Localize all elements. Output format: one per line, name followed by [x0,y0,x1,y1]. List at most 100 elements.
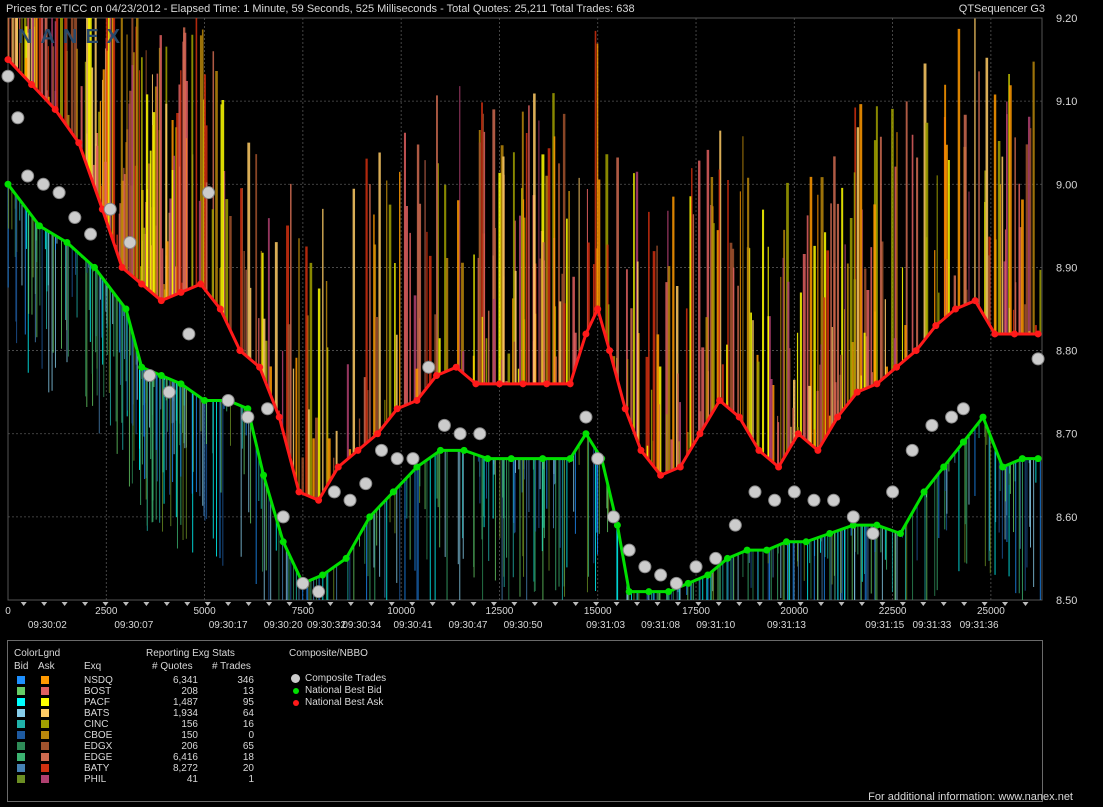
ask-point [413,396,421,404]
trade-marker-tick [368,602,375,606]
ask-point [393,405,401,413]
bid-color-swatch [17,731,25,739]
bid-point [279,538,287,546]
y-axis: 9.20 9.10 9.00 8.90 8.80 8.70 8.60 8.50 [1056,13,1077,607]
trade-point [473,427,487,441]
ask-point [873,380,881,388]
ask-point [991,330,999,338]
y-tick-label: 8.90 [1056,262,1077,274]
bid-point [999,463,1007,471]
ask-point [118,263,126,271]
bid-point [507,455,515,463]
trade-point [606,510,620,524]
y-tick-label: 9.10 [1056,96,1077,108]
trade-point [406,452,420,466]
trade-point [886,485,900,499]
y-tick-label: 8.50 [1056,595,1077,607]
ask-point [519,380,527,388]
legend-trade-count: 1 [248,774,254,785]
ask-color-swatch [41,742,49,750]
trade-marker-tick [818,602,825,606]
time-label: 09:30:17 [209,620,248,631]
trade-marker-tick [572,602,579,606]
trade-point [241,410,255,424]
trade-marker-tick [858,602,865,606]
trade-point [654,568,668,582]
legend-exq-header: Exq [84,661,102,672]
bid-color-swatch [17,687,25,695]
trade-marker-tick [82,602,89,606]
trade-point [1,69,15,83]
bid-color-swatch [17,742,25,750]
bid-point [802,538,810,546]
ask-point [28,81,36,89]
trade-point [866,526,880,540]
composite-legend-marker [291,674,300,683]
ask-point [197,280,205,288]
legend-colorlgnd-header: ColorLgnd [14,648,61,659]
trade-marker-tick [450,602,457,606]
trade-marker-tick [634,602,641,606]
composite-legend-marker [292,699,299,706]
trade-point [327,485,341,499]
bid-point [566,455,574,463]
legend-ask-header: Ask [38,661,55,672]
y-tick-label: 9.20 [1056,13,1077,25]
legend-exchange-name: BATS [84,708,110,719]
composite-legend-marker [292,687,299,694]
ask-point [755,446,763,454]
bid-point [484,455,492,463]
ask-color-swatch [41,698,49,706]
ask-point [75,139,83,147]
bid-point [763,546,771,554]
time-label: 09:31:13 [767,620,806,631]
footer-note: For additional information: www.nanex.ne… [868,791,1073,803]
bid-point [896,529,904,537]
ask-point [216,305,224,313]
time-label: 09:30:02 [28,620,67,631]
trade-marker-tick [961,602,968,606]
trade-marker-tick [184,602,191,606]
ask-point [794,430,802,438]
time-label: 09:31:15 [865,620,904,631]
legend-trade-count: 0 [248,730,254,741]
ask-point [853,388,861,396]
trade-point [52,186,66,200]
legend-exchange-name: CBOE [84,730,113,741]
trade-marker-tick [552,602,559,606]
legend-quote-count: 6,341 [172,675,198,686]
nanex-watermark: NANEX [18,26,128,48]
bid-point [319,571,327,579]
bid-point [704,571,712,579]
trade-marker-tick [266,602,273,606]
trade-marker-tick [838,602,845,606]
trade-point [182,327,196,341]
trade-point [68,211,82,225]
legend-trade-count: 65 [242,741,254,752]
trade-marker-tick [41,602,48,606]
bid-point [979,413,987,421]
trade-marker-tick [347,602,354,606]
bid-point [90,263,98,271]
ask-color-swatch [41,709,49,717]
trade-point [312,585,326,599]
ask-point [177,288,185,296]
ask-point [952,305,960,313]
ask-point [1034,330,1042,338]
trade-point [276,510,290,524]
ask-point [696,430,704,438]
time-label: 09:30:32 [307,620,346,631]
ask-point [606,347,614,355]
trade-marker-tick [327,602,334,606]
bid-point [743,546,751,554]
trade-point [846,510,860,524]
trade-point [579,410,593,424]
time-label: 09:30:41 [393,620,432,631]
ask-color-swatch [41,731,49,739]
ask-color-swatch [41,775,49,783]
trade-marker-tick [61,602,68,606]
legend-quote-count: 150 [181,730,198,741]
trade-marker-tick [756,602,763,606]
bid-point [582,430,590,438]
trade-marker-tick [654,602,661,606]
